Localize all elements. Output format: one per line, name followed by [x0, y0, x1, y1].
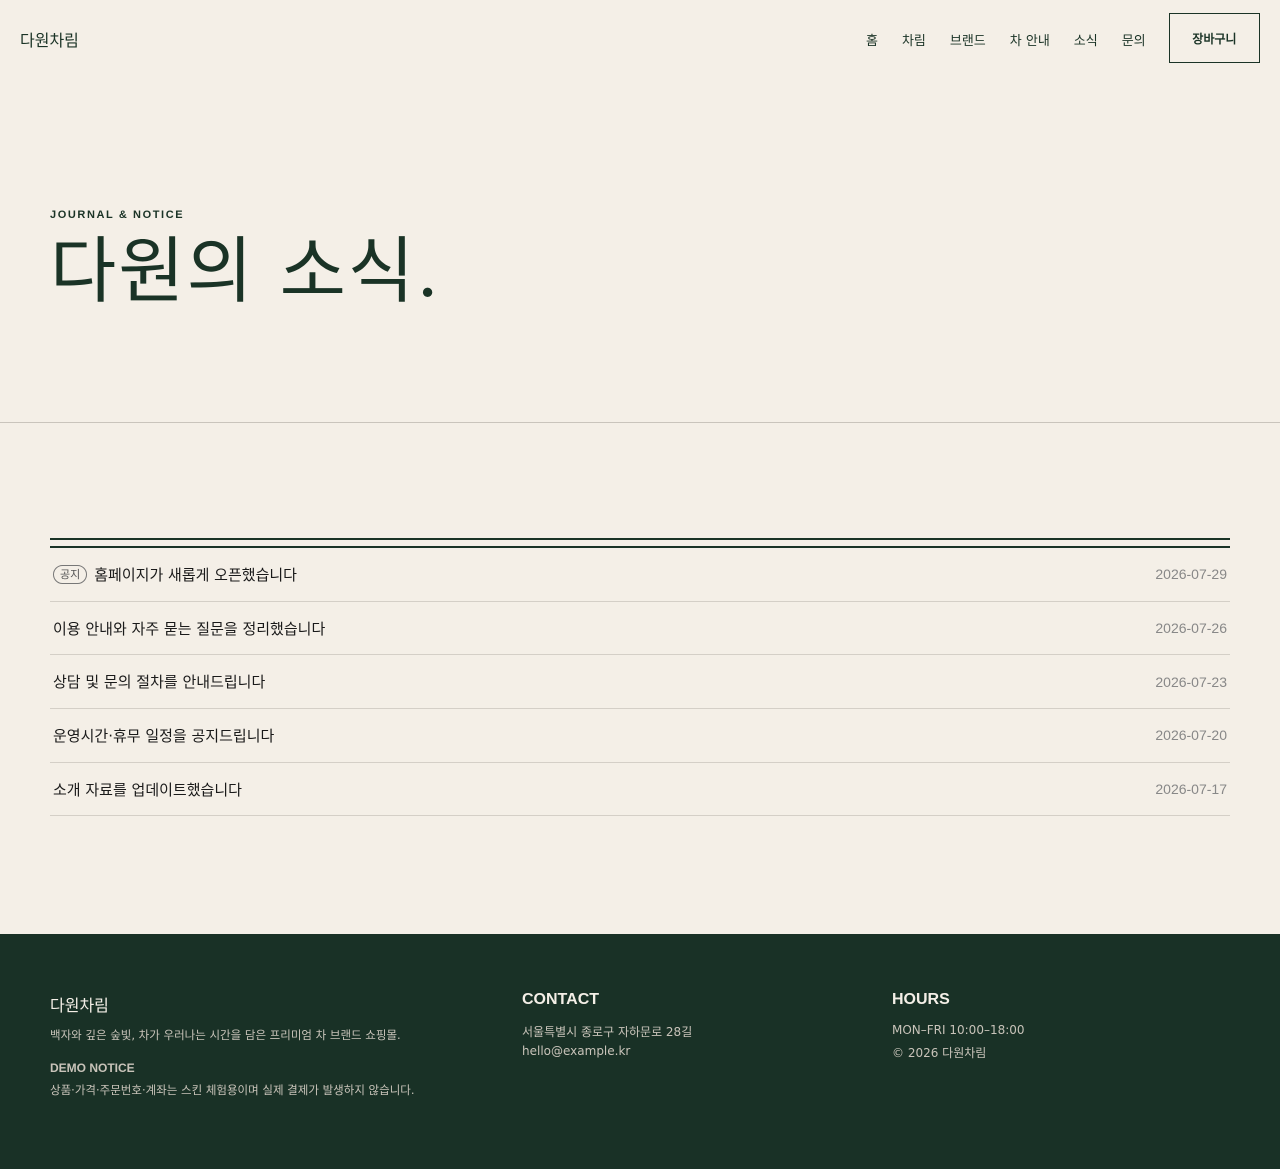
nav-item-home[interactable]: 홈 [866, 30, 878, 49]
notice-row-left: 소개 자료를 업데이트했습니다 [53, 779, 242, 800]
section-divider [0, 422, 1280, 423]
notice-title[interactable]: 이용 안내와 자주 묻는 질문을 정리했습니다 [53, 618, 325, 639]
hours-heading: HOURS [892, 991, 950, 1008]
notice-date: 2026-07-23 [1155, 673, 1227, 690]
nav-item-charim[interactable]: 차림 [902, 30, 926, 49]
notice-row-left: 상담 및 문의 절차를 안내드립니다 [53, 671, 265, 692]
notice-row-left: 이용 안내와 자주 묻는 질문을 정리했습니다 [53, 618, 325, 639]
notice-title[interactable]: 운영시간·휴무 일정을 공지드립니다 [53, 725, 274, 746]
footer-hours: MON–FRI 10:00–18:00 [892, 1023, 1025, 1037]
notice-date: 2026-07-26 [1155, 620, 1227, 637]
notice-row-left: 운영시간·휴무 일정을 공지드립니다 [53, 725, 274, 746]
nav-item-contact[interactable]: 문의 [1122, 30, 1146, 49]
notice-list: 공지 홈페이지가 새롭게 오픈했습니다 2026-07-29 이용 안내와 자주… [50, 538, 1230, 817]
hero-eyebrow: JOURNAL & NOTICE [50, 209, 185, 221]
footer-description: 백자와 깊은 숲빛, 차가 우러나는 시간을 담은 프리미엄 차 브랜드 쇼핑몰… [50, 1028, 401, 1042]
notice-row[interactable]: 운영시간·휴무 일정을 공지드립니다 2026-07-20 [50, 709, 1230, 763]
notice-date: 2026-07-20 [1155, 727, 1227, 744]
main-nav: 홈 차림 브랜드 차 안내 소식 문의 [866, 30, 1146, 49]
notice-title[interactable]: 홈페이지가 새롭게 오픈했습니다 [94, 564, 297, 585]
footer-copyright: © 2026 다원차림 [892, 1046, 987, 1060]
footer-brand: 다원차림 [50, 996, 109, 1015]
site-header: 다원차림 홈 차림 브랜드 차 안내 소식 문의 장바구니 [0, 0, 1280, 76]
footer-address: 서울특별시 종로구 자하문로 28길 [522, 1025, 693, 1039]
demo-notice-text: 상품·가격·주문번호·계좌는 스킨 체험용이며 실제 결제가 발생하지 않습니다… [50, 1083, 415, 1097]
list-header-rule [50, 540, 1230, 548]
notice-row[interactable]: 이용 안내와 자주 묻는 질문을 정리했습니다 2026-07-26 [50, 602, 1230, 656]
demo-notice-heading: DEMO NOTICE [50, 1061, 135, 1075]
contact-heading: CONTACT [522, 991, 600, 1008]
site-logo[interactable]: 다원차림 [20, 27, 79, 51]
nav-item-news[interactable]: 소식 [1074, 30, 1098, 49]
nav-item-tea-guide[interactable]: 차 안내 [1010, 30, 1050, 49]
footer-email[interactable]: hello@example.kr [522, 1044, 630, 1058]
nav-item-brand[interactable]: 브랜드 [950, 30, 986, 49]
notice-row[interactable]: 소개 자료를 업데이트했습니다 2026-07-17 [50, 763, 1230, 817]
cart-button[interactable]: 장바구니 [1169, 13, 1260, 63]
notice-row[interactable]: 공지 홈페이지가 새롭게 오픈했습니다 2026-07-29 [50, 548, 1230, 602]
notice-row[interactable]: 상담 및 문의 절차를 안내드립니다 2026-07-23 [50, 655, 1230, 710]
notice-title[interactable]: 상담 및 문의 절차를 안내드립니다 [53, 671, 265, 692]
notice-date: 2026-07-29 [1155, 566, 1227, 583]
notice-date: 2026-07-17 [1155, 781, 1227, 798]
page-title: 다원의 소식. [50, 229, 441, 313]
notice-badge: 공지 [53, 564, 88, 584]
notice-row-left: 공지 홈페이지가 새롭게 오픈했습니다 [53, 564, 297, 585]
site-footer: 다원차림 백자와 깊은 숲빛, 차가 우러나는 시간을 담은 프리미엄 차 브랜… [0, 934, 1280, 1169]
notice-title[interactable]: 소개 자료를 업데이트했습니다 [53, 779, 242, 800]
